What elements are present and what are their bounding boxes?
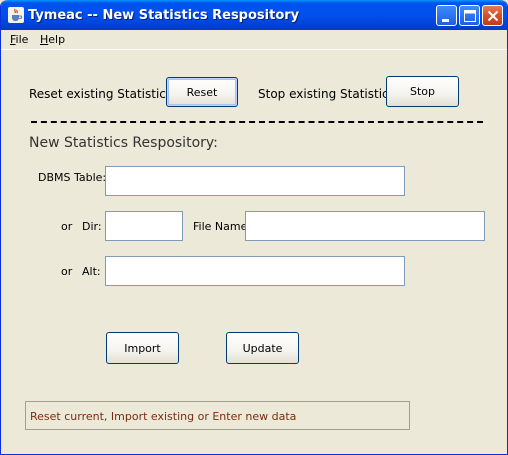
maximize-icon [464, 10, 476, 22]
reset-button[interactable]: Reset [166, 77, 238, 107]
window-title: Tymeac -- New Statistics Respository [28, 8, 300, 23]
maximize-button[interactable] [459, 5, 480, 26]
status-message: Reset current, Import existing or Enter … [30, 410, 297, 423]
or-label-dir: or [61, 220, 73, 233]
minimize-button[interactable] [436, 5, 457, 26]
title-bar[interactable]: Tymeac -- New Statistics Respository [1, 0, 507, 30]
section-separator [31, 121, 483, 123]
dbms-table-label: DBMS Table: [38, 171, 107, 184]
file-name-label: File Name: [193, 220, 252, 233]
minimize-icon [442, 19, 449, 22]
menu-help[interactable]: Help [40, 33, 65, 46]
section-title: New Statistics Respository: [29, 135, 218, 151]
alt-label: Alt: [82, 265, 101, 278]
close-button[interactable] [482, 5, 503, 26]
menu-bar: File Help [1, 30, 507, 50]
status-bar: Reset current, Import existing or Enter … [25, 401, 410, 430]
dir-input[interactable] [105, 211, 183, 241]
stop-button[interactable]: Stop [386, 76, 459, 107]
java-cup-icon [8, 7, 24, 23]
reset-stats-label: Reset existing Statistics: [29, 87, 177, 101]
file-name-input[interactable] [245, 211, 485, 241]
menu-file[interactable]: File [10, 33, 28, 46]
dbms-table-input[interactable] [105, 166, 405, 196]
update-button[interactable]: Update [226, 332, 299, 364]
import-button[interactable]: Import [106, 332, 179, 364]
main-window: Tymeac -- New Statistics Respository Fil… [0, 0, 508, 455]
or-label-alt: or [61, 265, 73, 278]
stop-stats-label: Stop existing Statistics: [258, 87, 399, 101]
close-icon [487, 10, 499, 22]
dir-label: Dir: [82, 220, 102, 233]
alt-input[interactable] [105, 256, 405, 286]
